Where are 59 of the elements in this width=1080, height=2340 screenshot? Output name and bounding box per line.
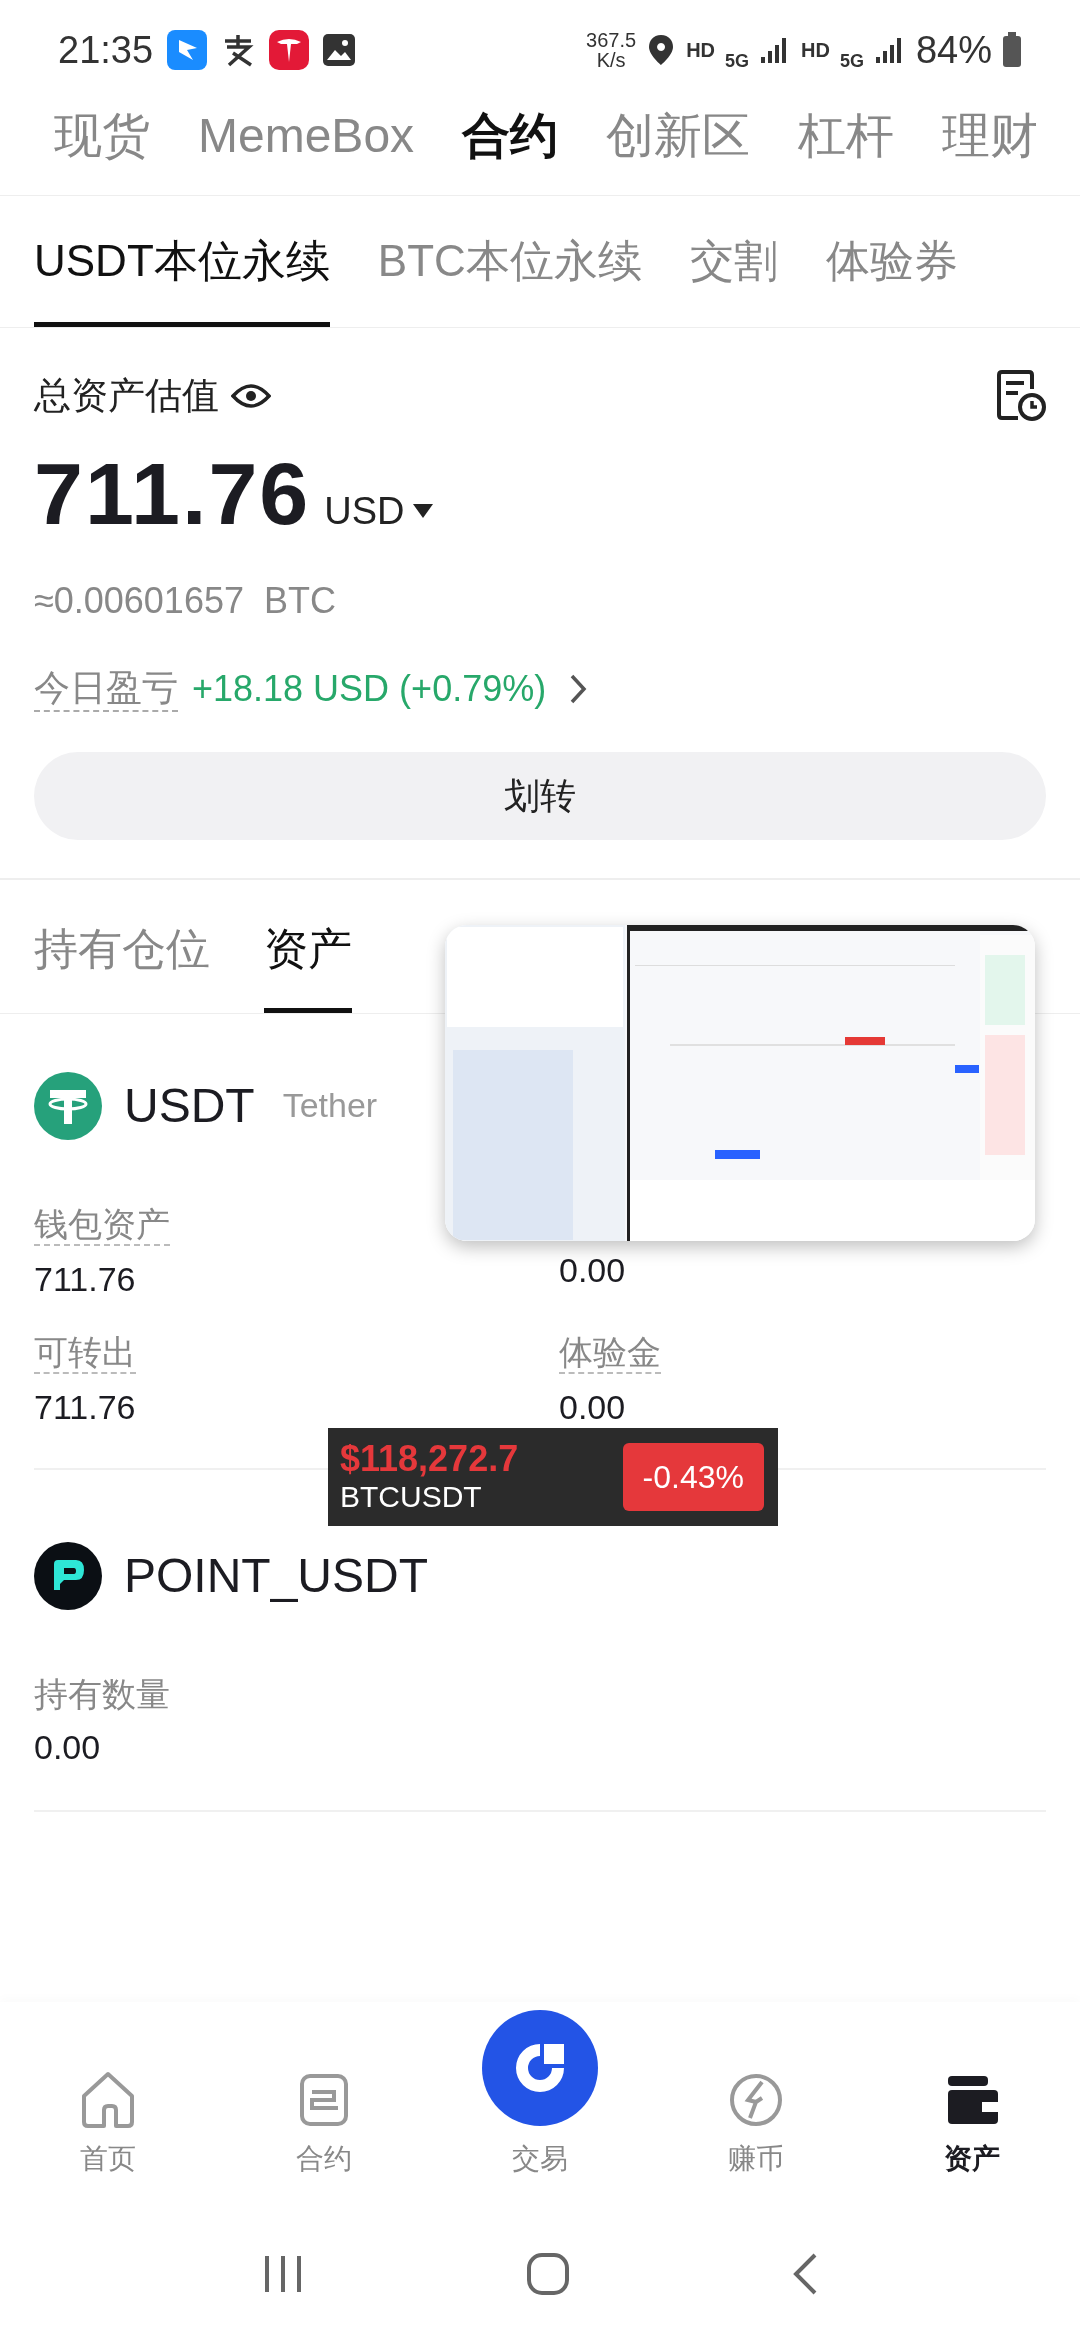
battery-icon: [1002, 32, 1022, 68]
field-value: 0.00: [34, 1726, 101, 1768]
coin-icon: [34, 1541, 102, 1610]
ticker-pair: BTCUSDT: [340, 1479, 483, 1515]
battery-percent: 84%: [915, 27, 992, 73]
eye-icon[interactable]: [231, 381, 271, 410]
coin-symbol: POINT_USDT: [124, 1547, 429, 1604]
clock: 21:35: [58, 27, 154, 73]
network-type: 5G: [839, 49, 864, 73]
field-label: 钱包资产: [34, 1203, 170, 1246]
category-tab[interactable]: MemeBox: [198, 99, 415, 172]
network-type: 5G: [725, 49, 750, 73]
position-tab[interactable]: 持有仓位: [34, 879, 210, 1013]
home-button-icon[interactable]: [526, 2252, 570, 2296]
price-ticker-toast[interactable]: $118,272.7 BTCUSDT -0.43%: [328, 1428, 778, 1526]
field-value: 0.00: [559, 1386, 626, 1428]
position-tab[interactable]: 资产: [264, 879, 352, 1013]
nav-item[interactable]: 资产: [864, 2070, 1080, 2180]
daily-pnl-label: 今日盈亏: [34, 665, 178, 712]
image-icon: [321, 32, 358, 68]
history-icon[interactable]: [996, 368, 1046, 423]
coin-symbol: USDT: [124, 1077, 255, 1134]
category-tab[interactable]: 合约: [462, 99, 559, 172]
contract-tab[interactable]: BTC本位永续: [377, 196, 642, 327]
category-tab[interactable]: 理财: [942, 99, 1039, 172]
hd-label: HD: [801, 38, 830, 63]
nav-item[interactable]: 赚币: [648, 2070, 864, 2180]
change-badge: -0.43%: [622, 1443, 764, 1511]
category-tab[interactable]: 现货: [54, 99, 150, 172]
field-value: 0.00: [559, 1249, 626, 1291]
category-tab[interactable]: 创新区: [606, 99, 751, 172]
app-icon: [167, 30, 208, 70]
network-speed: 367.5: [586, 30, 637, 50]
transfer-button[interactable]: 划转: [34, 751, 1046, 840]
btc-value: ≈0.00601657 BTC: [34, 578, 337, 623]
field-label: 可转出: [34, 1331, 136, 1374]
dropdown-icon: [412, 504, 433, 518]
trade-logo-icon: [482, 2010, 598, 2126]
contract-tab[interactable]: USDT本位永续: [34, 196, 330, 327]
hd-label: HD: [686, 38, 715, 63]
category-tab[interactable]: 杠杆: [798, 99, 895, 172]
chevron-right-icon[interactable]: [568, 672, 589, 705]
field-value: 711.76: [34, 1386, 136, 1428]
field-value: 711.76: [34, 1258, 136, 1300]
coin-icon: [34, 1071, 102, 1140]
contract-tab[interactable]: 交割: [689, 196, 778, 327]
nav-item[interactable]: 合约: [216, 2070, 432, 2180]
daily-pnl-value: +18.18 USD (+0.79%): [192, 666, 547, 711]
nav-item[interactable]: 首页: [0, 2070, 216, 2180]
field-label: 体验金: [559, 1331, 661, 1374]
total-assets-label: 总资产估值: [34, 374, 219, 418]
ticker-price: $118,272.7: [340, 1439, 519, 1479]
nav-item[interactable]: 交易: [432, 2010, 648, 2180]
field-label: 持有数量: [34, 1673, 170, 1714]
speed-unit: K/s: [596, 50, 626, 70]
currency-selector[interactable]: USD: [324, 482, 405, 540]
contract-tab[interactable]: 体验券: [825, 196, 958, 327]
total-amount: 711.76: [34, 442, 311, 545]
coin-name: Tether: [282, 1085, 378, 1126]
